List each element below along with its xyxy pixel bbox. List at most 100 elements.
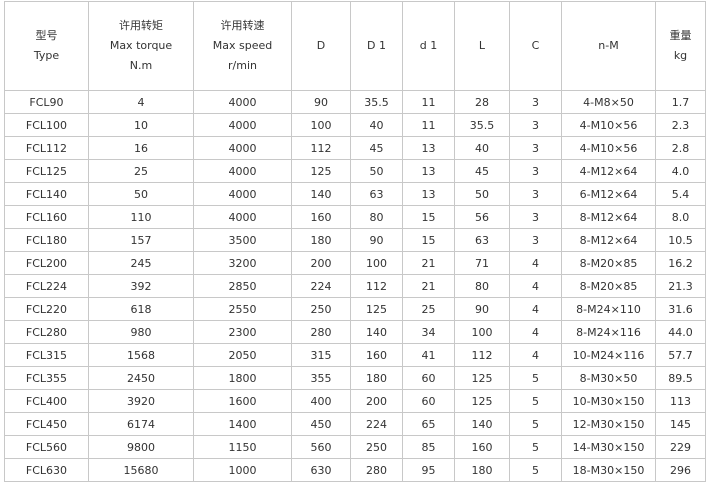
cell-max-speed: 2300 bbox=[193, 320, 292, 344]
cell-d-outer: 140 bbox=[291, 182, 351, 206]
cell-length-l: 160 bbox=[454, 435, 510, 459]
cell-d1-lower: 65 bbox=[402, 412, 455, 436]
cell-c: 3 bbox=[509, 159, 562, 183]
coupling-spec-table: 型号 Type 许用转矩 Max torque N.m 许用转速 Max speed r/mi… bbox=[4, 1, 706, 482]
cell-n-m: 8-M12×64 bbox=[561, 228, 656, 252]
cell-d-outer: 280 bbox=[291, 320, 351, 344]
column-header-line: 型号 bbox=[35, 29, 58, 42]
cell-max-torque: 2450 bbox=[88, 366, 194, 390]
cell-max-torque: 245 bbox=[88, 251, 194, 275]
cell-c: 4 bbox=[509, 251, 562, 275]
table-row: FCL220 618 2550 250 125 25 90 4 8-M24×110 31.6 bbox=[4, 297, 706, 321]
cell-d-outer: 315 bbox=[291, 343, 351, 367]
cell-n-m: 12-M30×150 bbox=[561, 412, 656, 436]
cell-max-torque: 110 bbox=[88, 205, 194, 229]
cell-weight: 57.7 bbox=[655, 343, 706, 367]
cell-type: FCL112 bbox=[4, 136, 89, 160]
cell-max-speed: 1400 bbox=[193, 412, 292, 436]
cell-weight: 5.4 bbox=[655, 182, 706, 206]
table-row: FCL280 980 2300 280 140 34 100 4 8-M24×116 44.0 bbox=[4, 320, 706, 344]
cell-length-l: 35.5 bbox=[454, 113, 510, 137]
table-header-row: 型号 Type 许用转矩 Max torque N.m 许用转速 Max speed r/mi… bbox=[4, 1, 706, 91]
column-header-line: D bbox=[316, 39, 326, 52]
cell-length-l: 63 bbox=[454, 228, 510, 252]
cell-length-l: 140 bbox=[454, 412, 510, 436]
cell-d1-lower: 85 bbox=[402, 435, 455, 459]
cell-max-torque: 9800 bbox=[88, 435, 194, 459]
cell-d-outer: 400 bbox=[291, 389, 351, 413]
table-row: FCL160 110 4000 160 80 15 56 3 8-M12×64 8.0 bbox=[4, 205, 706, 229]
table-row: FCL90 4 4000 90 35.5 11 28 3 4-M8×50 1.7 bbox=[4, 90, 706, 114]
cell-c: 4 bbox=[509, 320, 562, 344]
cell-d1-upper: 50 bbox=[350, 159, 403, 183]
column-header-line: L bbox=[478, 39, 486, 52]
cell-d1-upper: 250 bbox=[350, 435, 403, 459]
cell-type: FCL400 bbox=[4, 389, 89, 413]
cell-weight: 10.5 bbox=[655, 228, 706, 252]
column-header-line: Max speed bbox=[212, 39, 273, 52]
cell-length-l: 125 bbox=[454, 389, 510, 413]
cell-d-outer: 355 bbox=[291, 366, 351, 390]
cell-type: FCL355 bbox=[4, 366, 89, 390]
column-header-max-speed: 许用转速 Max speed r/min bbox=[193, 1, 292, 91]
cell-d-outer: 180 bbox=[291, 228, 351, 252]
cell-type: FCL180 bbox=[4, 228, 89, 252]
cell-max-speed: 1800 bbox=[193, 366, 292, 390]
column-header-line: kg bbox=[673, 49, 688, 62]
cell-max-speed: 2550 bbox=[193, 297, 292, 321]
cell-d1-lower: 60 bbox=[402, 366, 455, 390]
cell-max-torque: 618 bbox=[88, 297, 194, 321]
column-header-d-outer: D bbox=[291, 1, 351, 91]
cell-d1-upper: 200 bbox=[350, 389, 403, 413]
cell-d1-lower: 13 bbox=[402, 159, 455, 183]
cell-c: 3 bbox=[509, 205, 562, 229]
cell-d1-upper: 180 bbox=[350, 366, 403, 390]
cell-d1-upper: 80 bbox=[350, 205, 403, 229]
table-row: FCL140 50 4000 140 63 13 50 3 6-M12×64 5.4 bbox=[4, 182, 706, 206]
cell-d1-lower: 11 bbox=[402, 90, 455, 114]
column-header-max-torque: 许用转矩 Max torque N.m bbox=[88, 1, 194, 91]
cell-n-m: 4-M10×56 bbox=[561, 113, 656, 137]
table-row: FCL112 16 4000 112 45 13 40 3 4-M10×56 2.8 bbox=[4, 136, 706, 160]
cell-weight: 113 bbox=[655, 389, 706, 413]
cell-n-m: 8-M12×64 bbox=[561, 205, 656, 229]
cell-d1-lower: 21 bbox=[402, 274, 455, 298]
cell-d-outer: 200 bbox=[291, 251, 351, 275]
table-body: FCL90 4 4000 90 35.5 11 28 3 4-M8×50 1.7 FCL100 10 4… bbox=[4, 90, 706, 482]
cell-type: FCL125 bbox=[4, 159, 89, 183]
cell-n-m: 4-M10×56 bbox=[561, 136, 656, 160]
cell-n-m: 4-M12×64 bbox=[561, 159, 656, 183]
cell-d-outer: 90 bbox=[291, 90, 351, 114]
table-row: FCL180 157 3500 180 90 15 63 3 8-M12×64 10.5 bbox=[4, 228, 706, 252]
column-header-line: 许用转矩 bbox=[119, 19, 163, 32]
cell-d1-upper: 160 bbox=[350, 343, 403, 367]
cell-n-m: 10-M30×150 bbox=[561, 389, 656, 413]
cell-max-torque: 6174 bbox=[88, 412, 194, 436]
column-header-c: C bbox=[509, 1, 562, 91]
cell-max-torque: 3920 bbox=[88, 389, 194, 413]
cell-d-outer: 112 bbox=[291, 136, 351, 160]
cell-c: 4 bbox=[509, 297, 562, 321]
cell-type: FCL100 bbox=[4, 113, 89, 137]
cell-max-speed: 2850 bbox=[193, 274, 292, 298]
cell-d-outer: 125 bbox=[291, 159, 351, 183]
cell-max-speed: 1600 bbox=[193, 389, 292, 413]
column-header-d1-lower: d 1 bbox=[402, 1, 455, 91]
table-row: FCL224 392 2850 224 112 21 80 4 8-M20×85 21.3 bbox=[4, 274, 706, 298]
cell-weight: 89.5 bbox=[655, 366, 706, 390]
cell-max-speed: 1150 bbox=[193, 435, 292, 459]
cell-max-speed: 4000 bbox=[193, 136, 292, 160]
cell-max-speed: 4000 bbox=[193, 182, 292, 206]
cell-type: FCL280 bbox=[4, 320, 89, 344]
cell-d1-upper: 125 bbox=[350, 297, 403, 321]
column-header-line: Type bbox=[33, 49, 60, 62]
cell-c: 3 bbox=[509, 136, 562, 160]
cell-d1-upper: 45 bbox=[350, 136, 403, 160]
cell-d-outer: 450 bbox=[291, 412, 351, 436]
cell-length-l: 40 bbox=[454, 136, 510, 160]
column-header-line: N.m bbox=[129, 59, 153, 72]
table-row: FCL630 15680 1000 630 280 95 180 5 18-M30×150 296 bbox=[4, 458, 706, 482]
cell-weight: 1.7 bbox=[655, 90, 706, 114]
cell-weight: 2.3 bbox=[655, 113, 706, 137]
cell-d1-lower: 11 bbox=[402, 113, 455, 137]
